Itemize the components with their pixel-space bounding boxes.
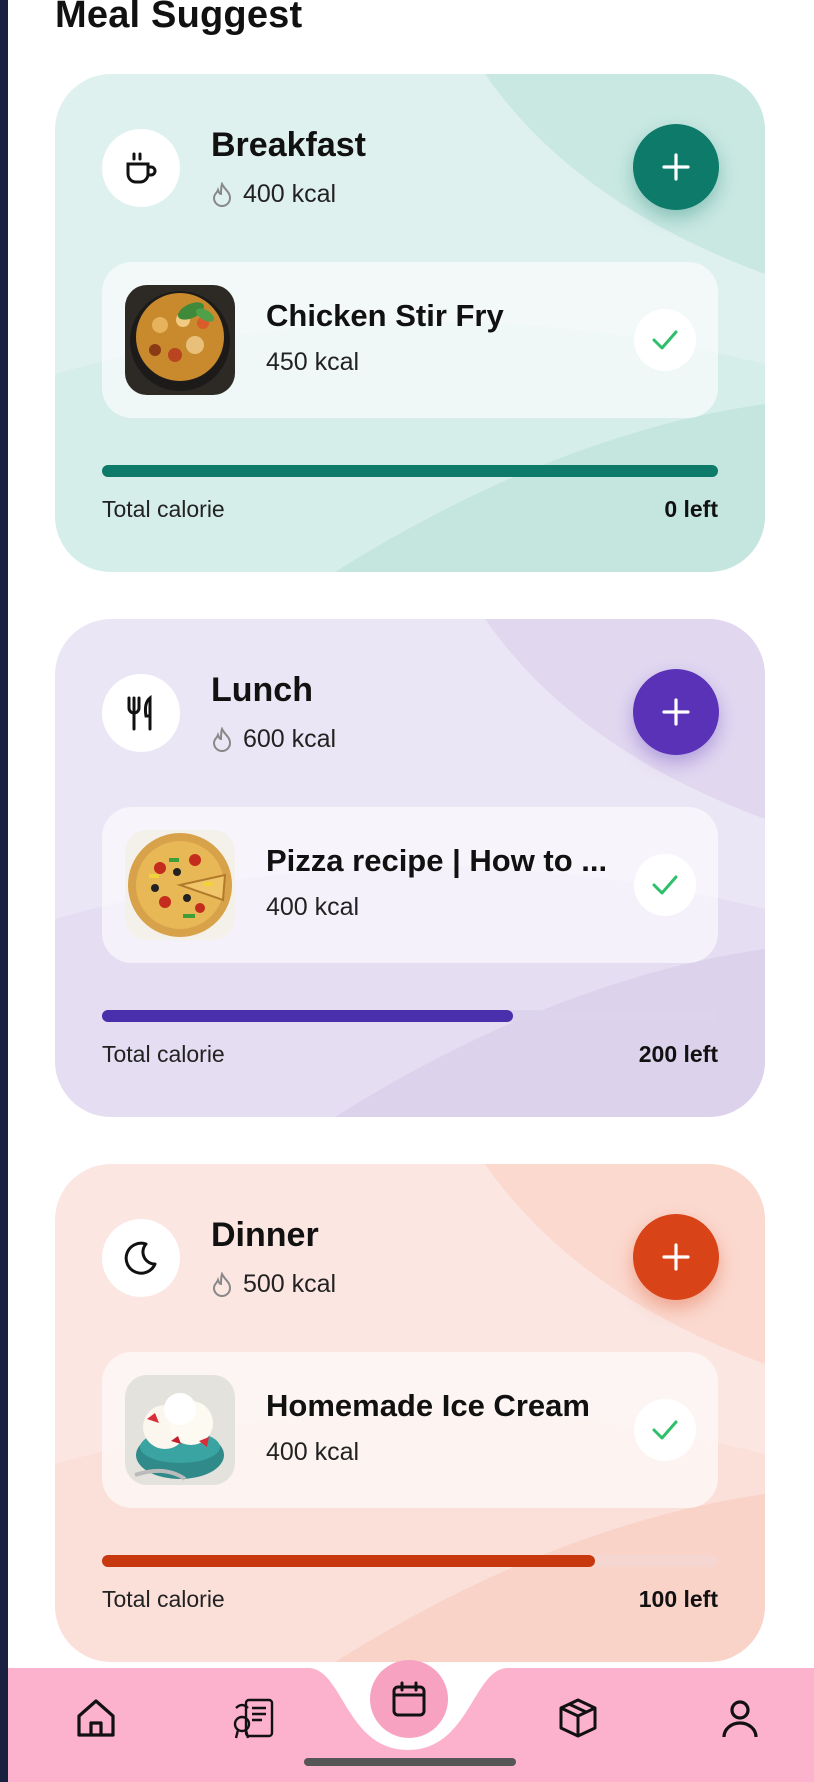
- calories-left: 0 left: [664, 496, 718, 522]
- calorie-progress-bar: [102, 1010, 718, 1022]
- plus-icon: [662, 698, 690, 726]
- food-item[interactable]: Chicken Stir Fry 450 kcal: [102, 262, 718, 418]
- plus-icon: [662, 153, 690, 181]
- box-icon[interactable]: [554, 1694, 602, 1742]
- total-calorie-label: Total calorie: [102, 1586, 225, 1612]
- add-lunch-button[interactable]: [633, 669, 719, 755]
- food-item[interactable]: Pizza recipe | How to ... 400 kcal: [102, 807, 718, 963]
- food-item[interactable]: Homemade Ice Cream 400 kcal: [102, 1352, 718, 1508]
- food-image: [125, 285, 235, 395]
- food-calories: 400 kcal: [266, 893, 360, 921]
- recipe-icon[interactable]: [230, 1694, 278, 1742]
- calorie-progress-bar: [102, 1555, 718, 1567]
- checkmark-icon: [652, 1420, 678, 1440]
- food-name: Chicken Stir Fry: [266, 298, 504, 333]
- check-button[interactable]: [634, 309, 696, 371]
- fork-knife-icon: [102, 674, 180, 752]
- flame-icon: [212, 1271, 232, 1297]
- food-image: [125, 1375, 235, 1485]
- food-name: Homemade Ice Cream: [266, 1388, 590, 1423]
- profile-icon[interactable]: [716, 1694, 764, 1742]
- calorie-progress-fill: [102, 1010, 513, 1022]
- meal-title: Lunch: [211, 671, 313, 709]
- coffee-cup-icon: [102, 129, 180, 207]
- breakfast-card: Breakfast 400 kcal Chicken Stir Fry 450 …: [55, 74, 765, 572]
- meal-title: Dinner: [211, 1216, 319, 1254]
- calorie-progress-fill: [102, 1555, 595, 1567]
- food-name: Pizza recipe | How to ...: [266, 843, 608, 878]
- dinner-card: Dinner 500 kcal Homemade Ice Cream 400 k…: [55, 1164, 765, 1662]
- meal-calories-text: 500 kcal: [243, 1270, 337, 1298]
- meal-calories-text: 400 kcal: [243, 180, 337, 208]
- check-button[interactable]: [634, 1399, 696, 1461]
- checkmark-icon: [652, 330, 678, 350]
- flame-icon: [212, 181, 232, 207]
- total-calorie-label: Total calorie: [102, 496, 225, 522]
- home-icon[interactable]: [72, 1694, 120, 1742]
- calorie-progress-bar: [102, 465, 718, 477]
- page-title: Meal Suggest: [55, 0, 303, 36]
- calories-left: 200 left: [638, 1041, 718, 1067]
- meal-calories: 600 kcal: [211, 725, 336, 754]
- meal-title: Breakfast: [211, 126, 366, 164]
- phone-screen: Meal Suggest Breakfast 400 kcal Chicken …: [8, 0, 814, 1782]
- add-dinner-button[interactable]: [633, 1214, 719, 1300]
- checkmark-icon: [652, 875, 678, 895]
- flame-icon: [212, 726, 232, 752]
- calories-left: 100 left: [638, 1586, 718, 1612]
- food-calories: 450 kcal: [266, 348, 360, 376]
- calendar-icon: [392, 1681, 426, 1717]
- meal-calories-text: 600 kcal: [243, 725, 337, 753]
- meal-calories: 500 kcal: [211, 1270, 336, 1299]
- calorie-progress-fill: [102, 465, 718, 477]
- total-calorie-label: Total calorie: [102, 1041, 225, 1067]
- calendar-button[interactable]: [370, 1660, 448, 1738]
- food-calories: 400 kcal: [266, 1438, 360, 1466]
- home-indicator: [304, 1758, 516, 1766]
- check-button[interactable]: [634, 854, 696, 916]
- add-breakfast-button[interactable]: [633, 124, 719, 210]
- meal-calories: 400 kcal: [211, 180, 336, 209]
- moon-icon: [102, 1219, 180, 1297]
- food-image: [125, 830, 235, 940]
- lunch-card: Lunch 600 kcal Pizza recipe | How to ...…: [55, 619, 765, 1117]
- plus-icon: [662, 1243, 690, 1271]
